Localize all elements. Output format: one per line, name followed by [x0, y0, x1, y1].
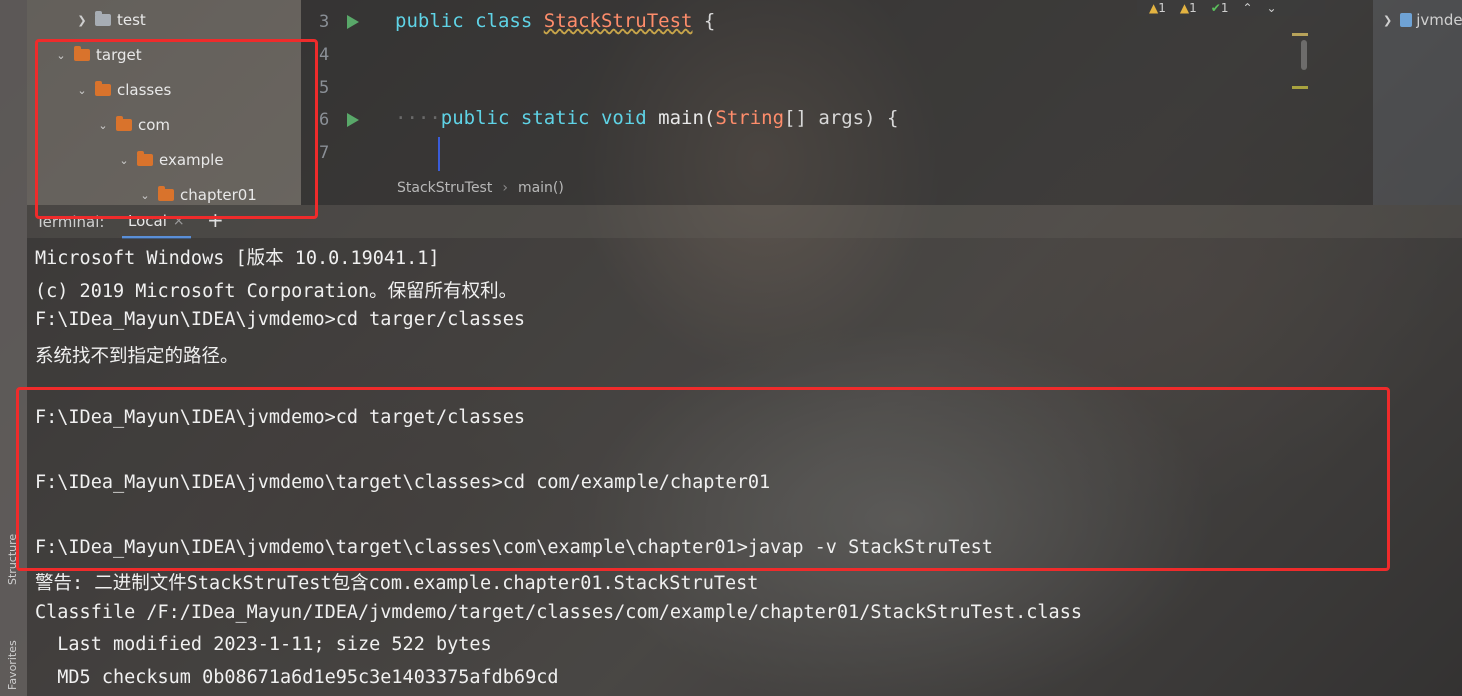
terminal-line: MD5 checksum 0b08671a6d1e95c3e1403375afd… — [35, 667, 559, 688]
run-class-icon[interactable] — [347, 15, 359, 29]
weak-warning-count[interactable]: ▲1 — [1180, 1, 1197, 15]
chevron-up-icon[interactable]: ⌃ — [1242, 1, 1252, 15]
terminal-line: Classfile /F:/IDea_Mayun/IDEA/jvmdemo/ta… — [35, 602, 1082, 623]
warning-marker[interactable] — [1292, 86, 1308, 89]
left-tool-strip: Structure Favorites — [0, 0, 27, 696]
line-number: 7 — [319, 143, 330, 163]
terminal-line: (c) 2019 Microsoft Corporation。保留所有权利。 — [35, 281, 518, 302]
code-line-6: ····public static void main(String[] arg… — [395, 107, 899, 129]
check-icon: ✔ — [1210, 1, 1221, 15]
terminal-line: F:\IDea_Mayun\IDEA\jvmdemo>cd targer/cla… — [35, 309, 526, 330]
terminal-line: Last modified 2023-1-11; size 522 bytes — [35, 634, 492, 655]
code-line-3: public class StackStruTest { — [395, 10, 716, 32]
editor-breadcrumb: StackStruTest › main() — [397, 180, 564, 196]
highlight-box-commands — [16, 387, 1390, 571]
line-number: 3 — [319, 12, 330, 32]
right-side-panel: ❯ jvmde — [1373, 0, 1462, 205]
right-panel-item[interactable]: ❯ jvmde — [1383, 11, 1462, 29]
warning-icon: ▲ — [1149, 1, 1159, 15]
code-editor[interactable]: 3 4 5 6 7 public class StackStruTest { ·… — [301, 0, 1373, 205]
warning-count[interactable]: ▲1 — [1149, 1, 1166, 15]
favorites-tool-tab[interactable]: Favorites — [6, 640, 19, 690]
line-number: 6 — [319, 110, 330, 130]
tree-item-test[interactable]: ❯ test — [75, 9, 146, 31]
line-number: 5 — [319, 78, 330, 98]
terminal-line: 系统找不到指定的路径。 — [35, 346, 239, 367]
warning-marker[interactable] — [1292, 33, 1308, 36]
chevron-down-icon[interactable]: ⌄ — [1267, 1, 1277, 15]
terminal-line: 警告: 二进制文件StackStruTest包含com.example.chap… — [35, 573, 759, 594]
folder-icon — [95, 11, 111, 26]
highlight-box-project-tree — [35, 39, 318, 219]
tree-item-label: test — [117, 11, 146, 29]
run-main-icon[interactable] — [347, 113, 359, 127]
breadcrumb-class[interactable]: StackStruTest — [397, 180, 492, 196]
scrollbar-thumb[interactable] — [1301, 40, 1307, 70]
breadcrumb-method[interactable]: main() — [518, 180, 564, 196]
chevron-right-icon[interactable]: ❯ — [1383, 14, 1392, 27]
module-icon — [1400, 13, 1413, 27]
terminal-line: Microsoft Windows [版本 10.0.19041.1] — [35, 248, 440, 269]
weak-warning-icon: ▲ — [1179, 1, 1190, 15]
ok-count[interactable]: ✔1 — [1211, 1, 1229, 15]
chevron-right-icon[interactable]: ❯ — [75, 14, 89, 27]
text-caret — [438, 137, 440, 171]
inspection-widget[interactable]: ▲1 ▲1 ✔1 ⌃ ⌄ — [1137, 0, 1325, 16]
line-number: 4 — [319, 45, 330, 65]
